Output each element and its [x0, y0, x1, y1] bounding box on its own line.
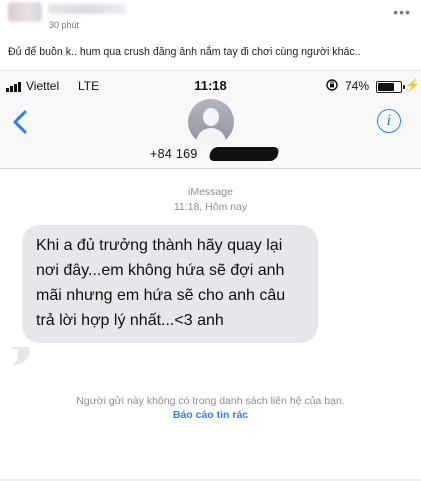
post-caption: Đủ để buồn k.. hum qua crush đăng ảnh nắ… — [8, 46, 361, 58]
conversation-header: +84 169 i — [0, 97, 421, 167]
info-icon[interactable]: i — [377, 109, 401, 133]
battery-icon — [376, 81, 405, 93]
message-thread: iMessage 11:18, Hôm nay Khi a đủ trưởng … — [0, 169, 421, 481]
service-label: iMessage — [188, 186, 233, 198]
post-time[interactable]: 30 phút — [49, 20, 79, 30]
unknown-sender-notice: Người gửi này không có trong danh sách l… — [76, 395, 345, 407]
redaction-mark — [208, 147, 280, 161]
message-timestamp: 11:18, Hôm nay — [173, 201, 248, 213]
charging-icon: ⚡ — [405, 78, 420, 92]
battery-level-fill — [378, 83, 394, 91]
rotation-lock-icon — [326, 79, 338, 91]
report-junk-link[interactable]: Báo cáo tin rác — [0, 409, 421, 421]
incoming-message-bubble[interactable]: Khi a đủ trưởng thành hãy quay lại nơi đ… — [22, 225, 318, 343]
message-screenshot: Viettel LTE 11:18 74% ⚡ +84 169 i iMessa… — [0, 70, 421, 481]
author-avatar[interactable] — [8, 2, 42, 22]
contact-avatar[interactable] — [188, 99, 234, 145]
chevron-left-icon[interactable] — [10, 109, 30, 135]
status-bar: Viettel LTE 11:18 74% ⚡ — [0, 77, 421, 95]
post-header: 30 phút ••• Đủ để buồn k.. hum qua crush… — [0, 0, 421, 70]
contact-number[interactable]: +84 169 — [150, 147, 198, 161]
author-name-redacted[interactable] — [48, 4, 126, 14]
ellipsis-icon[interactable]: ••• — [393, 4, 411, 20]
battery-percent: 74% — [345, 79, 370, 93]
